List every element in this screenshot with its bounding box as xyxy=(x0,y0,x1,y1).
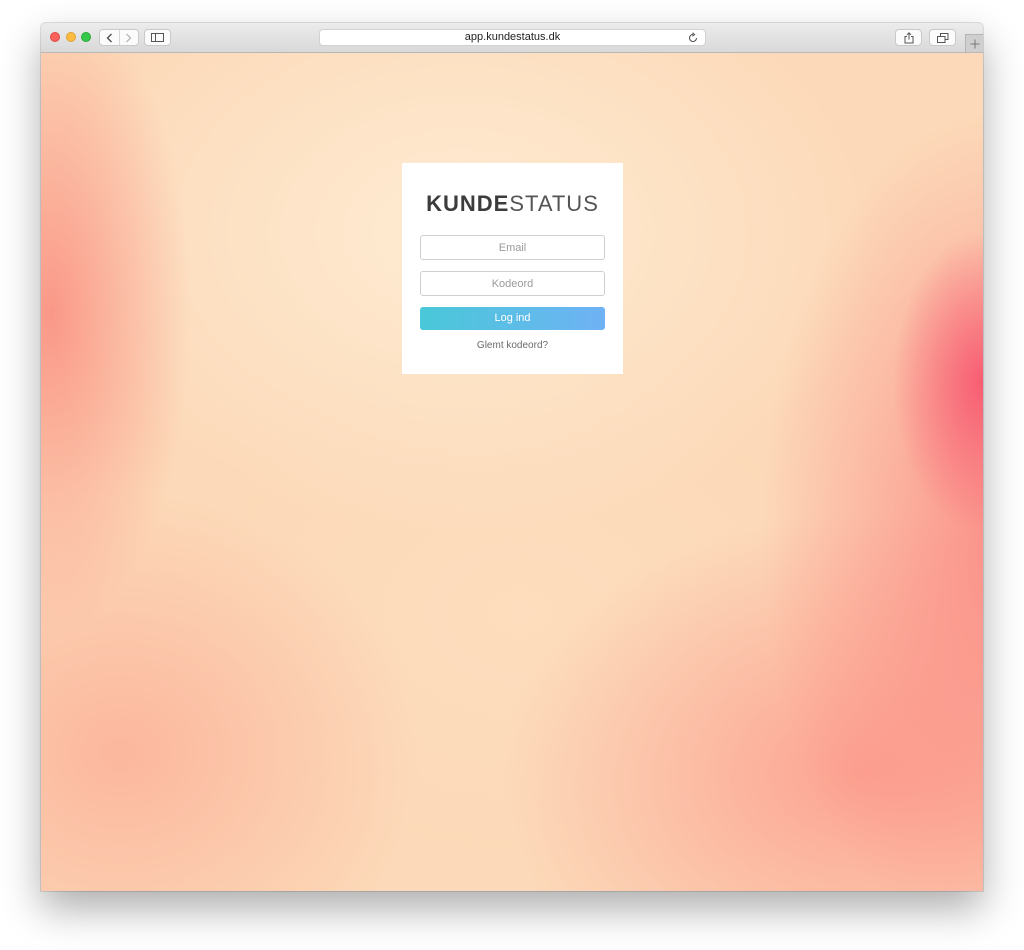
password-field[interactable] xyxy=(420,271,605,296)
forgot-password-link[interactable]: Glemt kodeord? xyxy=(420,340,605,351)
share-icon xyxy=(904,31,913,43)
login-card: KUNDESTATUS Log ind Glemt kodeord? xyxy=(402,163,623,374)
back-button[interactable] xyxy=(100,30,119,45)
logo-text-bold: KUNDE xyxy=(426,191,510,216)
plus-icon xyxy=(970,39,979,48)
close-window-button[interactable] xyxy=(50,32,60,42)
browser-toolbar: app.kundestatus.dk xyxy=(41,23,983,53)
browser-window: app.kundestatus.dk KUNDESTATUS Log ind G… xyxy=(41,23,983,891)
chevron-right-icon xyxy=(126,33,132,42)
kundestatus-logo: KUNDESTATUS xyxy=(420,191,605,217)
sidebar-toggle-button[interactable] xyxy=(144,29,171,46)
tabs-overview-icon xyxy=(936,32,948,43)
address-bar-url: app.kundestatus.dk xyxy=(464,31,561,43)
login-button[interactable]: Log ind xyxy=(420,307,605,330)
sidebar-icon xyxy=(151,33,164,42)
page-background: KUNDESTATUS Log ind Glemt kodeord? xyxy=(41,53,983,891)
logo-text-light: STATUS xyxy=(509,191,599,216)
new-tab-button[interactable] xyxy=(965,34,983,52)
address-bar[interactable]: app.kundestatus.dk xyxy=(319,29,706,46)
chevron-left-icon xyxy=(106,33,112,42)
forward-button[interactable] xyxy=(118,30,139,45)
reload-icon[interactable] xyxy=(687,32,699,44)
navigation-buttons xyxy=(99,29,139,46)
maximize-window-button[interactable] xyxy=(81,32,91,42)
tabs-overview-button[interactable] xyxy=(929,29,956,46)
email-field[interactable] xyxy=(420,235,605,260)
share-button[interactable] xyxy=(895,29,922,46)
minimize-window-button[interactable] xyxy=(66,32,76,42)
